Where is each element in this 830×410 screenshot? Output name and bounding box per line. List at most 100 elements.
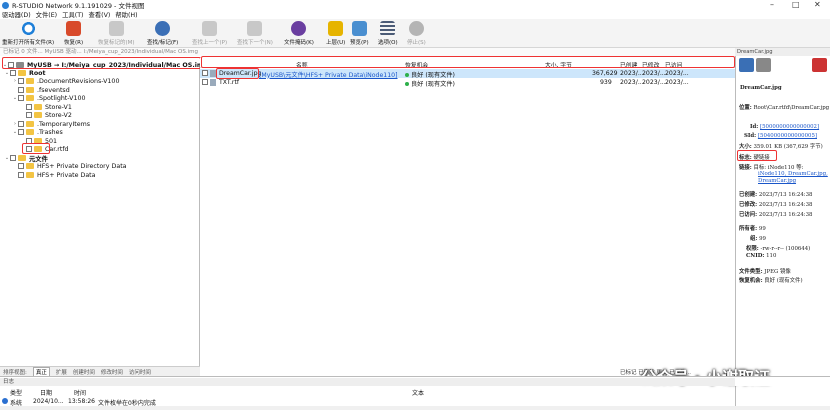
tree-item[interactable]: ⌄ .Spotlight-V100 bbox=[12, 94, 86, 103]
find-next-icon bbox=[247, 21, 263, 36]
folder-up-icon bbox=[328, 21, 344, 36]
reopen-all-button[interactable]: 重新打开所有文件(R) bbox=[2, 21, 54, 46]
checkbox[interactable] bbox=[18, 87, 24, 94]
file-modified: 2023/... bbox=[642, 69, 666, 77]
checkbox[interactable] bbox=[202, 70, 208, 76]
sort-label: 排序视图: bbox=[3, 369, 27, 376]
checkbox[interactable] bbox=[18, 129, 24, 136]
find-mark-button[interactable]: 查找/标记(F) bbox=[147, 21, 178, 46]
highlight-box bbox=[737, 150, 777, 161]
status-bar bbox=[0, 406, 830, 410]
highlight-box bbox=[216, 68, 259, 79]
tab-accessed[interactable]: 访问时间 bbox=[129, 368, 151, 376]
up-level-button[interactable]: 上层(U) bbox=[326, 21, 345, 46]
prop-link-3[interactable]: DreamCar.jpg bbox=[758, 178, 796, 184]
options-icon bbox=[380, 21, 396, 36]
file-modified: 2023/... bbox=[642, 78, 666, 86]
stop-button[interactable]: 停止(S) bbox=[407, 21, 426, 46]
file-name: TXT.rtf bbox=[219, 78, 240, 86]
checkbox[interactable] bbox=[18, 163, 24, 170]
file-mask-button[interactable]: 文件掩码(K) bbox=[284, 21, 314, 46]
checkbox[interactable] bbox=[18, 121, 24, 128]
folder-icon bbox=[26, 78, 34, 85]
prop-type: 文件类型: JPEG 镜像 bbox=[739, 269, 791, 275]
folder-icon bbox=[34, 104, 42, 111]
folder-icon bbox=[18, 155, 26, 162]
menu-drive[interactable]: 驱动器(D) bbox=[2, 10, 31, 19]
recover-marked-icon bbox=[108, 21, 124, 36]
sort-tabs: 排序视图: 真正 扩展 创建时间 修改时间 访问时间 bbox=[0, 366, 200, 377]
folder-icon bbox=[34, 112, 42, 119]
options-button[interactable]: 选项(O) bbox=[378, 21, 398, 46]
prop-filename: DreamCar.jpg bbox=[740, 85, 782, 91]
file-icon bbox=[210, 78, 216, 86]
app-icon bbox=[2, 1, 9, 9]
prop-recover: 恢复机会: 良好 (现有文件) bbox=[739, 278, 803, 284]
prop-sid: SId: [5040000000000005] bbox=[744, 133, 817, 139]
table-row[interactable]: DreamCar.jpg [MyUSB\元文件\HFS+ Private Dat… bbox=[200, 69, 735, 79]
tab-modified[interactable]: 修改时间 bbox=[101, 368, 123, 376]
stop-icon bbox=[408, 21, 424, 36]
find-next-button[interactable]: 查找下一个(N) bbox=[237, 21, 273, 46]
highlight-box bbox=[2, 57, 201, 69]
recover-icon bbox=[66, 21, 82, 36]
file-size: 367,629 bbox=[592, 69, 618, 77]
tab-created[interactable]: 创建时间 bbox=[73, 368, 95, 376]
title-bar: R-STUDIO Network 9.1.191029 - 文件视图 – □ ✕ bbox=[0, 0, 830, 10]
prop-id: Id: [5000000000000002] bbox=[750, 124, 820, 130]
menu-tools[interactable]: 工具(T) bbox=[62, 10, 83, 19]
prop-link-2[interactable]: iNode110, DreamCar.jpg, bbox=[758, 171, 828, 177]
checkbox[interactable] bbox=[18, 95, 24, 102]
checkbox[interactable] bbox=[18, 172, 24, 179]
folder-icon bbox=[26, 172, 34, 179]
preview-icon bbox=[351, 21, 367, 36]
recover-button[interactable]: 恢复(R) bbox=[64, 21, 83, 46]
file-status: 良好 (现有文件) bbox=[405, 79, 455, 88]
folder-icon bbox=[18, 70, 26, 77]
find-prev-icon bbox=[202, 21, 218, 36]
maximize-button[interactable]: □ bbox=[792, 0, 800, 10]
close-button[interactable]: ✕ bbox=[814, 0, 821, 10]
preview-button[interactable]: 预览(P) bbox=[350, 21, 369, 46]
checkbox[interactable] bbox=[202, 79, 208, 85]
prop-accessed: 已访问: 2023/7/13 16:24:38 bbox=[739, 212, 813, 218]
prop-size: 大小: 359.01 KB (367,629 字节) bbox=[739, 144, 823, 150]
folder-icon bbox=[26, 87, 34, 94]
toolbar: 重新打开所有文件(R) 恢复(R) 恢复标记的(M) 查找/标记(F) 查找上一… bbox=[0, 19, 830, 48]
properties-view-icon[interactable] bbox=[739, 58, 754, 72]
folder-icon bbox=[26, 121, 34, 128]
recover-marked-button[interactable]: 恢复标记的(M) bbox=[98, 21, 135, 46]
prop-perm: 权限: -rw-r--r-- (100644) bbox=[746, 246, 811, 252]
menu-view[interactable]: 查看(V) bbox=[89, 10, 111, 19]
tree-item[interactable]: HFS+ Private Directory Data bbox=[12, 162, 127, 171]
tree-item[interactable]: ⌄ .Trashes bbox=[12, 128, 63, 137]
menu-bar: 驱动器(D) 文件(E) 工具(T) 查看(V) 帮助(H) bbox=[0, 10, 830, 19]
tab-ext[interactable]: 扩展 bbox=[56, 368, 67, 376]
menu-file[interactable]: 文件(E) bbox=[36, 10, 58, 19]
tree-item[interactable]: HFS+ Private Data bbox=[12, 171, 96, 180]
highlight-box bbox=[22, 143, 50, 154]
tree-item[interactable]: › .DocumentRevisions-V100 bbox=[12, 77, 119, 86]
file-list[interactable]: DreamCar.jpg [MyUSB\元文件\HFS+ Private Dat… bbox=[200, 68, 735, 366]
folder-tree[interactable]: ⌄ MyUSB → I:/Meiya_cup_2023/Individual/Ma… bbox=[0, 62, 208, 366]
checkbox[interactable] bbox=[18, 78, 24, 85]
minimize-button[interactable]: – bbox=[770, 0, 774, 10]
table-row[interactable]: TXT.rtf 良好 (现有文件) 939 2023/... 2023/... … bbox=[200, 78, 735, 88]
close-panel-icon[interactable] bbox=[812, 58, 827, 72]
binoculars-icon bbox=[155, 21, 171, 36]
log-row[interactable]: 系统 2024/10... 13:58:26 文件枚举在0秒内完成 bbox=[0, 396, 735, 407]
status-dot bbox=[405, 72, 409, 77]
checkbox[interactable] bbox=[26, 112, 32, 119]
properties-menu-icon[interactable] bbox=[756, 58, 771, 72]
status-dot bbox=[405, 81, 409, 86]
checkbox[interactable] bbox=[10, 70, 16, 77]
menu-help[interactable]: 帮助(H) bbox=[115, 10, 137, 19]
prop-modified: 已修改: 2023/7/13 16:24:38 bbox=[739, 202, 813, 208]
checkbox[interactable] bbox=[26, 104, 32, 111]
window-title: R-STUDIO Network 9.1.191029 - 文件视图 bbox=[12, 2, 145, 10]
tab-real[interactable]: 真正 bbox=[32, 366, 50, 377]
tree-item[interactable]: Store-V2 bbox=[20, 111, 72, 120]
file-accessed: 2023/... bbox=[665, 69, 689, 77]
find-prev-button[interactable]: 查找上一个(P) bbox=[192, 21, 227, 46]
checkbox[interactable] bbox=[10, 155, 16, 162]
